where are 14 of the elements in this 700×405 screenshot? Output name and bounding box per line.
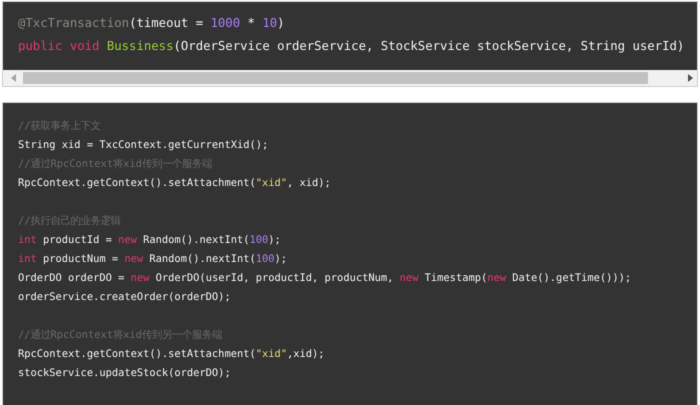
scroll-left-icon[interactable] xyxy=(11,74,17,82)
code-line: orderService.createOrder(orderDO); xyxy=(18,290,231,305)
scroll-right-icon[interactable] xyxy=(687,74,693,82)
code-line: int productId = new Random().nextInt(100); xyxy=(18,233,281,248)
code-line: public void Bussiness(OrderService orderService, StockService stockService, String userId) xyxy=(18,38,684,55)
code-line: stockService.updateStock(orderDO); xyxy=(18,366,231,381)
code-line: @TxcTransaction(timeout = 1000 * 10) xyxy=(18,15,285,32)
horizontal-scrollbar[interactable] xyxy=(3,70,697,86)
code-line: RpcContext.getContext().setAttachment("xid", xid); xyxy=(18,176,331,191)
code-line: String xid = TxcContext.getCurrentXid(); xyxy=(18,138,268,153)
code-line: int productNum = new Random().nextInt(100); xyxy=(18,252,288,267)
code-line: RpcContext.getContext().setAttachment("xid",xid); xyxy=(18,347,325,362)
code-line: OrderDO orderDO = new OrderDO(userId, productId, productNum, new Timestamp(new Date().getTime())); xyxy=(18,271,632,286)
scrollbar-thumb[interactable] xyxy=(23,72,648,84)
